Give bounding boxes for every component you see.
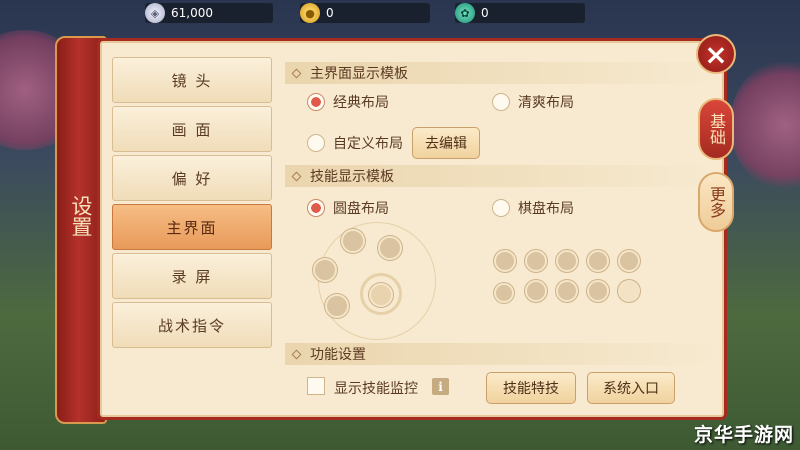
menu-item-label: 偏 好 <box>171 169 213 188</box>
skill-slot <box>556 280 578 302</box>
system-entry-button-label: 系统入口 <box>603 381 659 397</box>
edit-layout-button-label: 去编辑 <box>425 136 467 152</box>
menu-item-label: 主界面 <box>166 218 218 237</box>
skill-slot <box>556 250 578 272</box>
skill-monitor-label: 显示技能监控 <box>334 381 418 397</box>
close-button[interactable]: × <box>696 34 736 74</box>
tab-basic[interactable]: 基础 <box>698 98 734 160</box>
menu-item-label: 录 屏 <box>171 267 213 286</box>
gold-amount: 0 <box>326 6 334 20</box>
menu-item-label: 画 面 <box>171 120 213 139</box>
diamond-bullet-icon <box>291 68 302 78</box>
system-entry-button[interactable]: 系统入口 <box>587 372 675 404</box>
skill-slot <box>313 258 337 282</box>
section-title: 功能设置 <box>310 347 366 363</box>
diamond-bullet-icon <box>291 349 302 359</box>
info-icon-glyph: i <box>438 379 443 394</box>
skill-slot <box>587 280 609 302</box>
menu-item-label: 战术指令 <box>157 316 226 335</box>
menu-item-label: 镜 头 <box>171 71 213 90</box>
background-tree <box>730 60 800 190</box>
radio-label: 清爽布局 <box>518 95 574 111</box>
skill-slot <box>325 294 349 318</box>
currency-jade: ✿ 0 <box>455 3 585 23</box>
silver-coin-icon: ◈ <box>145 3 165 23</box>
radio-custom-layout[interactable]: 自定义布局 <box>307 133 403 153</box>
skill-special-button-label: 技能特技 <box>503 381 559 397</box>
currency-gold: ● 0 <box>300 3 430 23</box>
watermark: 京华手游网 <box>693 424 794 446</box>
currency-silver: ◈ 61,000 <box>145 3 273 23</box>
section-title: 技能显示模板 <box>310 169 394 185</box>
close-icon: × <box>704 37 728 71</box>
radio-fresh-layout[interactable]: 清爽布局 <box>492 92 574 112</box>
skill-slot <box>618 250 640 272</box>
section-header-skill: 技能显示模板 <box>285 165 723 187</box>
section-title: 主界面显示模板 <box>310 66 408 82</box>
menu-item-screen-record[interactable]: 录 屏 <box>112 253 272 299</box>
radio-classic-layout[interactable]: 经典布局 <box>307 92 389 112</box>
skill-slot <box>494 283 514 303</box>
tab-more[interactable]: 更多 <box>698 172 734 232</box>
radio-disc-layout[interactable]: 圆盘布局 <box>307 198 389 218</box>
jade-amount: 0 <box>481 6 489 20</box>
skill-slot-main <box>618 280 640 302</box>
radio-unchecked-icon <box>492 199 510 217</box>
radio-unchecked-icon <box>492 93 510 111</box>
tab-basic-label: 基础 <box>707 113 726 145</box>
radio-label: 自定义布局 <box>333 136 403 152</box>
skill-slot <box>587 250 609 272</box>
skill-slot-main <box>369 283 393 307</box>
radio-label: 棋盘布局 <box>518 201 574 217</box>
skill-slot <box>341 229 365 253</box>
menu-item-camera[interactable]: 镜 头 <box>112 57 272 103</box>
menu-item-graphics[interactable]: 画 面 <box>112 106 272 152</box>
jade-icon: ✿ <box>455 3 475 23</box>
skill-slot <box>378 236 402 260</box>
menu-item-preferences[interactable]: 偏 好 <box>112 155 272 201</box>
settings-side-tab-label: 设置 <box>62 195 100 246</box>
radio-checked-icon <box>307 93 325 111</box>
silver-amount: 61,000 <box>171 6 213 20</box>
skill-slot <box>525 280 547 302</box>
diamond-bullet-icon <box>291 171 302 181</box>
info-icon[interactable]: i <box>432 378 449 395</box>
section-header-function: 功能设置 <box>285 343 723 365</box>
radio-label: 经典布局 <box>333 95 389 111</box>
radio-unchecked-icon <box>307 134 325 152</box>
settings-title: 设置 <box>69 195 93 237</box>
skill-slot <box>525 250 547 272</box>
section-header-main-ui: 主界面显示模板 <box>285 62 723 84</box>
menu-item-tactical-commands[interactable]: 战术指令 <box>112 302 272 348</box>
tab-more-label: 更多 <box>707 186 726 218</box>
radio-label: 圆盘布局 <box>333 201 389 217</box>
skill-monitor-checkbox[interactable] <box>307 377 325 395</box>
menu-item-main-ui[interactable]: 主界面 <box>112 204 272 250</box>
gold-coin-icon: ● <box>300 3 320 23</box>
edit-layout-button[interactable]: 去编辑 <box>412 127 480 159</box>
radio-checked-icon <box>307 199 325 217</box>
skill-slot <box>494 250 516 272</box>
radio-grid-layout[interactable]: 棋盘布局 <box>492 198 574 218</box>
skill-special-button[interactable]: 技能特技 <box>486 372 576 404</box>
